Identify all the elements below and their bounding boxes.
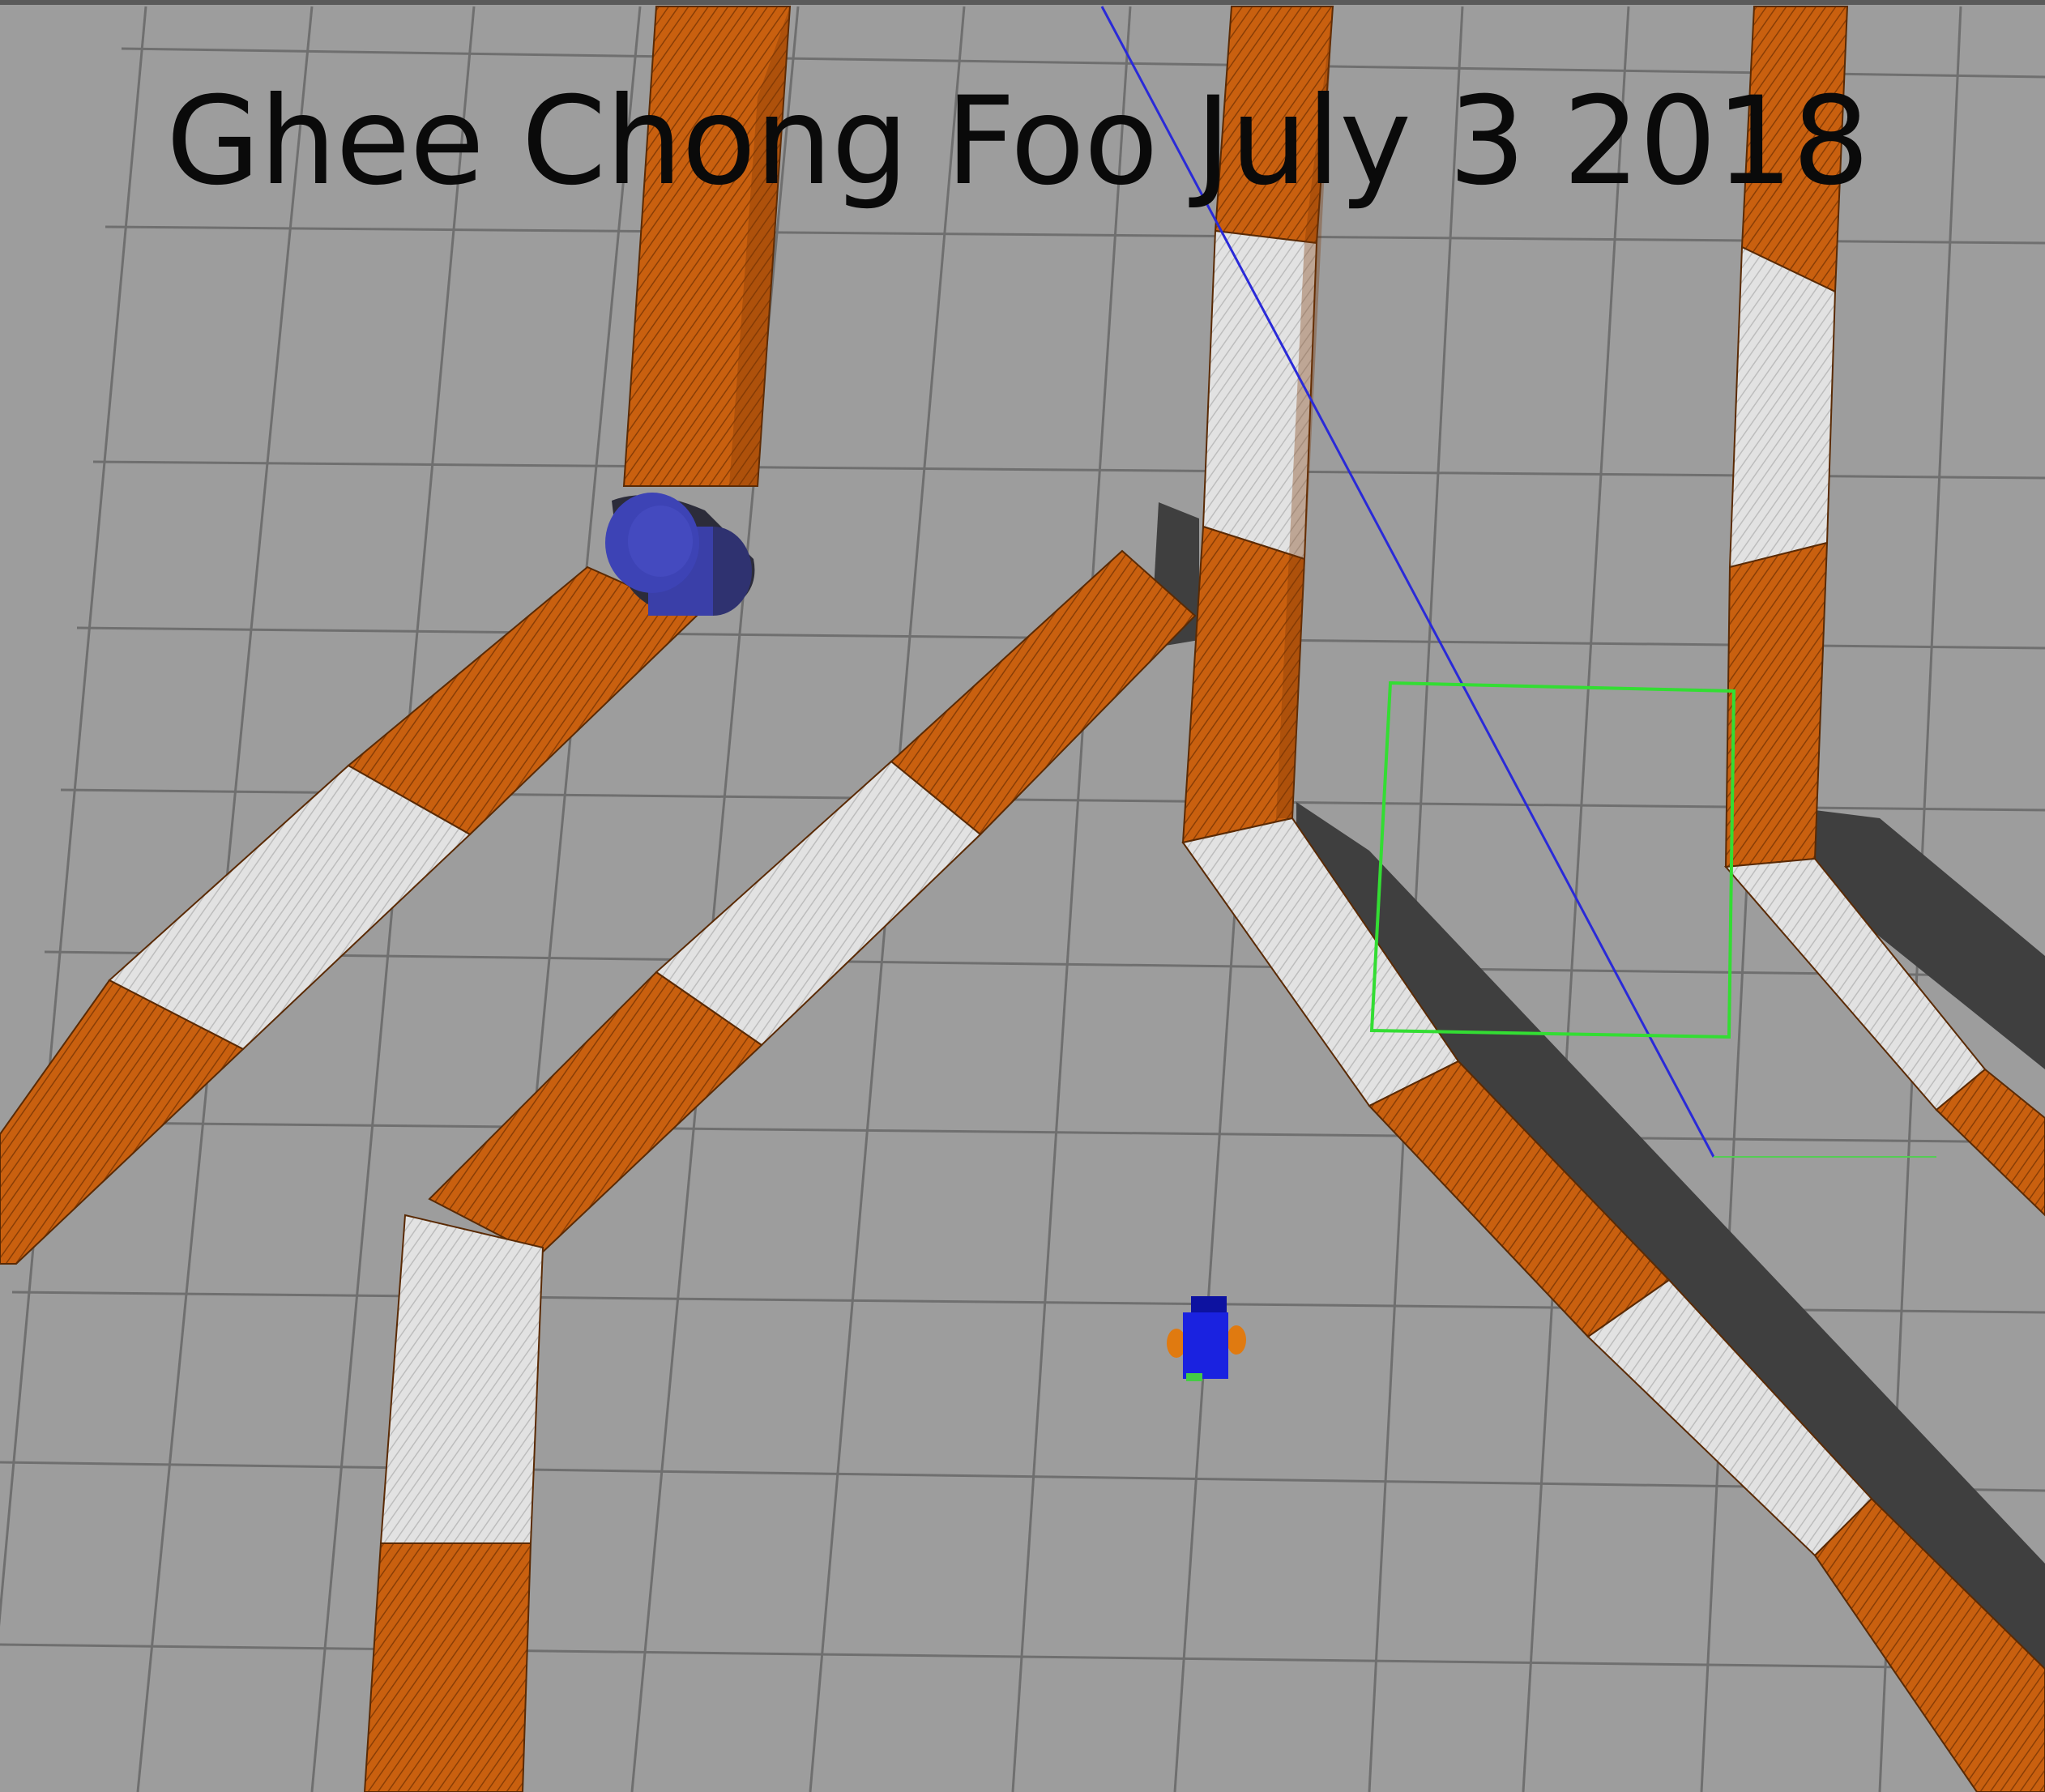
viewport-top-border [0,0,2045,5]
overlay-caption: Ghee Chong Foo July 3 2018 [166,71,1870,212]
wall-segment [363,1542,532,1792]
scene-canvas[interactable] [0,0,2045,1792]
wall-segment [379,1214,544,1544]
wall-segment [1728,245,1837,569]
simulation-viewport[interactable]: Ghee Chong Foo July 3 2018 [0,0,2045,1792]
wall-segment [1724,541,1829,868]
